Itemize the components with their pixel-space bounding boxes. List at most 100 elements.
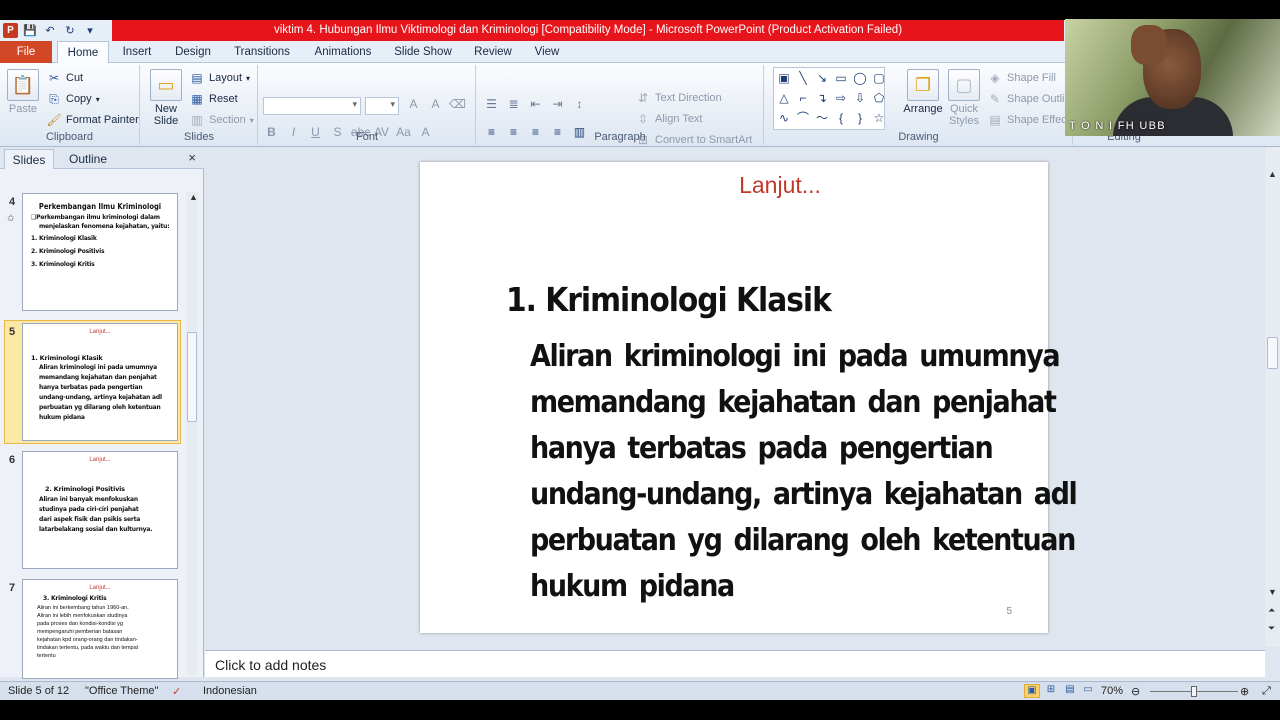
- thumbnail-line: Aliran ini banyak menfokuskan: [39, 496, 138, 503]
- font-size-combo[interactable]: [365, 97, 399, 115]
- triangle-shape-icon[interactable]: △: [775, 89, 793, 108]
- down-arrow-shape-icon[interactable]: ⇩: [851, 89, 869, 108]
- tab-home[interactable]: Home: [57, 41, 109, 64]
- slide-scrollbar[interactable]: ▲ ▼ ⏶ ⏷: [1265, 147, 1280, 647]
- zoom-level[interactable]: 70%: [1101, 685, 1123, 697]
- font-group-label: Font: [355, 131, 378, 143]
- slide-heading[interactable]: 1. Kriminologi Klasik: [506, 280, 832, 319]
- tab-view[interactable]: View: [527, 41, 567, 63]
- shapes-gallery[interactable]: ▣ ╲ ↘ ▭ ◯ ▢ △ ⌐ ↴ ⇨ ⇩ ⬠ ∿ ⌒ 〜 { } ☆: [773, 67, 885, 130]
- slide-body[interactable]: Aliran kriminologi ini pada umumnya mema…: [530, 334, 1078, 610]
- tab-file[interactable]: File: [0, 41, 52, 63]
- curve-shape-icon[interactable]: ∿: [775, 109, 793, 128]
- elbow-connector-shape-icon[interactable]: ↴: [813, 89, 831, 108]
- tab-outline[interactable]: Outline: [58, 149, 118, 169]
- grow-font-icon[interactable]: A: [405, 97, 422, 111]
- format-painter-button[interactable]: 🖌 Format Painter: [46, 111, 138, 129]
- increase-indent-icon[interactable]: ⇥: [549, 97, 566, 111]
- zoom-slider[interactable]: [1150, 686, 1238, 697]
- shape-effects-label: Shape Effect: [1007, 114, 1070, 126]
- line-spacing-icon[interactable]: ↕: [571, 97, 588, 111]
- scroll-up-icon[interactable]: ▲: [189, 192, 198, 202]
- arrange-button[interactable]: ❐ Arrange: [901, 69, 945, 115]
- customize-qat-icon[interactable]: ▾: [82, 23, 98, 39]
- copy-icon: ⎘: [49, 91, 59, 106]
- scrollbar-thumb[interactable]: [1267, 337, 1278, 369]
- zoom-slider-thumb[interactable]: [1191, 686, 1197, 697]
- cut-button[interactable]: ✂ Cut: [46, 69, 83, 87]
- rectangle-shape-icon[interactable]: ▭: [832, 69, 850, 88]
- star-shape-icon[interactable]: ☆: [870, 109, 888, 128]
- quick-styles-button[interactable]: ▢ Quick Styles: [947, 69, 981, 127]
- quick-styles-label-1: Quick: [949, 103, 979, 115]
- current-slide[interactable]: Lanjut... 1. Kriminologi Klasik Aliran k…: [420, 162, 1078, 633]
- slide-show-icon[interactable]: ▭: [1080, 684, 1096, 698]
- language-indicator[interactable]: Indonesian: [203, 685, 257, 697]
- slide-title[interactable]: Lanjut...: [420, 172, 1140, 199]
- new-slide-button[interactable]: ▭ New Slide: [146, 69, 186, 127]
- group-slides: ▭ New Slide ▤ Layout ▾ ▦ Reset ▥ Section ▾ Sl…: [141, 65, 258, 145]
- text-direction-button[interactable]: ⇵ Text Direction: [635, 89, 722, 107]
- shape-outline-button[interactable]: ✎ Shape Outli: [987, 90, 1065, 108]
- zoom-out-icon[interactable]: ⊖: [1131, 685, 1140, 698]
- shape-fill-button[interactable]: ◈ Shape Fill: [987, 69, 1056, 87]
- thumbnail-title: Perkembangan Ilmu Kriminologi: [38, 202, 162, 211]
- thumbnail-line: Aliran ini lebih menfokuskan studinya: [37, 613, 128, 619]
- decrease-indent-icon[interactable]: ⇤: [527, 97, 544, 111]
- spellcheck-icon[interactable]: ✓: [172, 685, 181, 698]
- thumbnail-line: tertentu: [37, 653, 56, 659]
- tab-transitions[interactable]: Transitions: [226, 41, 298, 63]
- shape-more-icon[interactable]: ⬠: [870, 89, 888, 108]
- clear-format-icon[interactable]: ⌫: [449, 97, 466, 111]
- zoom-in-icon[interactable]: ⊕: [1240, 685, 1249, 698]
- copy-button[interactable]: ⎘ Copy ▾: [46, 90, 100, 108]
- save-icon[interactable]: 💾: [22, 23, 38, 39]
- close-icon[interactable]: ×: [188, 150, 196, 165]
- webcam-overlay: T O N I FH UBB: [1065, 19, 1280, 136]
- rounded-rect-shape-icon[interactable]: ▢: [870, 69, 888, 88]
- align-text-button[interactable]: ⇳ Align Text: [635, 110, 703, 128]
- brace-right-shape-icon[interactable]: }: [851, 109, 869, 128]
- reading-view-icon[interactable]: ▤: [1062, 684, 1078, 698]
- thumbnails-scrollbar[interactable]: ▲: [186, 192, 198, 675]
- connector-shape-icon[interactable]: ⌐: [794, 89, 812, 108]
- undo-icon[interactable]: ↶: [42, 23, 58, 39]
- paste-button[interactable]: 📋 Paste: [5, 69, 41, 115]
- shape-effects-button[interactable]: ▤ Shape Effect: [987, 111, 1070, 129]
- tab-insert[interactable]: Insert: [113, 41, 161, 63]
- slide-sorter-icon[interactable]: ⊞: [1043, 684, 1059, 698]
- tab-slide-show[interactable]: Slide Show: [388, 41, 458, 63]
- tab-slides[interactable]: Slides: [4, 149, 54, 169]
- fit-to-window-icon[interactable]: ⤢: [1262, 685, 1271, 698]
- tab-animations[interactable]: Animations: [306, 41, 380, 63]
- font-name-combo[interactable]: [263, 97, 361, 115]
- reset-button[interactable]: ▦ Reset: [189, 90, 237, 108]
- arrow-line-shape-icon[interactable]: ↘: [813, 69, 831, 88]
- numbering-icon[interactable]: ≣: [505, 97, 522, 111]
- shrink-font-icon[interactable]: A: [427, 97, 444, 111]
- previous-slide-icon[interactable]: ⏶: [1268, 605, 1275, 616]
- freeform-shape-icon[interactable]: 〜: [813, 109, 831, 128]
- oval-shape-icon[interactable]: ◯: [851, 69, 869, 88]
- tab-design[interactable]: Design: [167, 41, 219, 63]
- group-font: AA⌫ B I U S abc AV Aa A Font: [259, 65, 476, 145]
- layout-button[interactable]: ▤ Layout ▾: [189, 69, 250, 87]
- section-button[interactable]: ▥ Section ▾: [189, 111, 253, 129]
- bullets-icon[interactable]: ☰: [483, 97, 500, 111]
- redo-icon[interactable]: ↻: [62, 23, 78, 39]
- brace-left-shape-icon[interactable]: {: [832, 109, 850, 128]
- normal-view-icon[interactable]: ▣: [1024, 684, 1040, 698]
- notes-pane[interactable]: Click to add notes: [205, 650, 1265, 677]
- right-arrow-shape-icon[interactable]: ⇨: [832, 89, 850, 108]
- next-slide-icon[interactable]: ⏷: [1268, 623, 1275, 634]
- scroll-down-icon[interactable]: ▼: [1268, 587, 1277, 597]
- scrollbar-thumb[interactable]: [187, 332, 197, 422]
- textbox-shape-icon[interactable]: ▣: [775, 69, 793, 88]
- tab-review[interactable]: Review: [466, 41, 520, 63]
- scroll-up-icon[interactable]: ▲: [1268, 169, 1277, 179]
- thumbnail-line: hukum pidana: [39, 414, 85, 421]
- powerpoint-logo-icon[interactable]: P: [3, 23, 18, 38]
- arc-shape-icon[interactable]: ⌒: [794, 109, 812, 128]
- thumbnail-line: 2. Kriminologi Positivis: [31, 248, 105, 255]
- line-shape-icon[interactable]: ╲: [794, 69, 812, 88]
